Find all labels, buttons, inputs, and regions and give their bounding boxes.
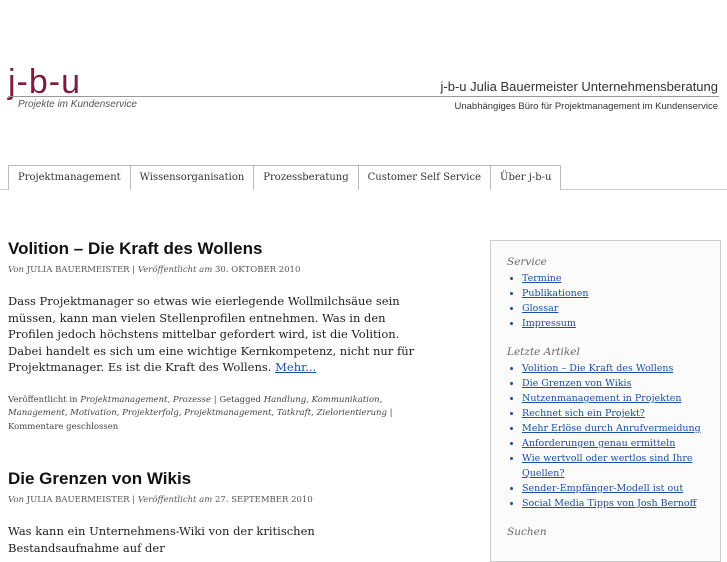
post-footer: Veröffentlicht in Projektmanagement, Pro…: [8, 394, 393, 432]
post-by-label: Von: [8, 265, 24, 275]
recent-post-label[interactable]: Wie wertvoll oder wertlos sind Ihre Quel…: [522, 453, 693, 479]
company-subtitle: Unabhängiges Büro für Projektmanagement …: [454, 101, 718, 112]
recent-post-link[interactable]: Sender-Empfänger-Modell ist out: [522, 481, 720, 496]
recent-post-link[interactable]: Social Media Tipps von Josh Bernoff: [522, 496, 720, 511]
post-title[interactable]: Die Grenzen von Wikis: [8, 468, 428, 490]
post-date[interactable]: 30. OKTOBER 2010: [215, 265, 300, 275]
post-excerpt-text: Dass Projektmanager so etwas wie eierleg…: [8, 294, 415, 374]
main-navigation: Projektmanagement Wissensorganisation Pr…: [8, 165, 562, 190]
post-excerpt-text: Was kann ein Unternehmens-Wiki von der k…: [8, 524, 315, 555]
post-meta: Von JULIA BAUERMEISTER | Veröffentlicht …: [8, 265, 301, 275]
nav-item-customer-self-service[interactable]: Customer Self Service: [357, 165, 492, 190]
recent-post-link[interactable]: Anforderungen genau ermitteln: [522, 436, 720, 451]
nav-item-prozessberatung[interactable]: Prozessberatung: [253, 165, 359, 190]
recent-posts-title: Letzte Artikel: [507, 346, 580, 358]
sidebar: Service Termine Publikationen Glossar Im…: [490, 240, 721, 562]
post-tag-label: Getagged: [219, 394, 261, 405]
post-published-label: Veröffentlicht am: [137, 265, 213, 275]
service-widget-title: Service: [507, 256, 547, 268]
post-by-label: Von: [8, 495, 24, 505]
post-published-label: Veröffentlicht am: [137, 495, 213, 505]
sidebar-link-impressum[interactable]: Impressum: [522, 316, 720, 331]
sidebar-link-termine[interactable]: Termine: [522, 271, 720, 286]
search-widget: Suchen: [491, 526, 720, 538]
sidebar-link-label[interactable]: Publikationen: [522, 288, 589, 299]
recent-post-link[interactable]: Wie wertvoll oder wertlos sind Ihre Quel…: [522, 451, 720, 481]
post-author[interactable]: JULIA BAUERMEISTER: [27, 265, 130, 275]
sidebar-link-label[interactable]: Impressum: [522, 318, 576, 329]
post-title[interactable]: Volition – Die Kraft des Wollens: [8, 238, 428, 260]
search-widget-title: Suchen: [507, 526, 547, 538]
recent-post-label[interactable]: Anforderungen genau ermitteln: [522, 438, 675, 449]
post-volition: Volition – Die Kraft des Wollens Von JUL…: [8, 238, 428, 434]
recent-post-label[interactable]: Nutzenmanagement in Projekten: [522, 393, 681, 404]
sidebar-link-publikationen[interactable]: Publikationen: [522, 286, 720, 301]
post-excerpt: Dass Projektmanager so etwas wie eierleg…: [8, 293, 428, 376]
recent-post-label[interactable]: Volition – Die Kraft des Wollens: [522, 363, 673, 374]
post-meta: Von JULIA BAUERMEISTER | Veröffentlicht …: [8, 495, 313, 505]
sidebar-link-glossar[interactable]: Glossar: [522, 301, 720, 316]
post-wikis: Die Grenzen von Wikis Von JULIA BAUERMEI…: [8, 468, 428, 556]
recent-post-label[interactable]: Mehr Erlöse durch Anrufvermeidung: [522, 423, 701, 434]
post-author[interactable]: JULIA BAUERMEISTER: [27, 495, 130, 505]
recent-posts-widget: Letzte Artikel Volition – Die Kraft des …: [491, 346, 720, 511]
recent-post-label[interactable]: Social Media Tipps von Josh Bernoff: [522, 498, 696, 509]
sidebar-link-label[interactable]: Termine: [522, 273, 562, 284]
recent-post-link[interactable]: Mehr Erlöse durch Anrufvermeidung: [522, 421, 720, 436]
nav-item-about[interactable]: Über j-b-u: [490, 165, 562, 190]
post-date[interactable]: 27. SEPTEMBER 2010: [215, 495, 313, 505]
sidebar-link-label[interactable]: Glossar: [522, 303, 558, 314]
recent-post-label[interactable]: Sender-Empfänger-Modell ist out: [522, 483, 683, 494]
recent-post-link[interactable]: Rechnet sich ein Projekt?: [522, 406, 720, 421]
post-excerpt: Was kann ein Unternehmens-Wiki von der k…: [8, 523, 428, 556]
recent-post-label[interactable]: Die Grenzen von Wikis: [522, 378, 631, 389]
nav-item-projektmanagement[interactable]: Projektmanagement: [8, 165, 131, 190]
nav-item-wissensorganisation[interactable]: Wissensorganisation: [129, 165, 255, 190]
post-categories[interactable]: Projektmanagement, Prozesse: [80, 395, 211, 405]
service-widget: Service Termine Publikationen Glossar Im…: [491, 256, 720, 331]
recent-post-label[interactable]: Rechnet sich ein Projekt?: [522, 408, 645, 419]
read-more-link[interactable]: Mehr...: [275, 360, 316, 374]
header-divider: [8, 96, 719, 97]
site-tagline: Projekte im Kundenservice: [18, 99, 137, 110]
post-comments-status: Kommentare geschlossen: [8, 421, 119, 432]
recent-post-link[interactable]: Nutzenmanagement in Projekten: [522, 391, 720, 406]
recent-post-link[interactable]: Die Grenzen von Wikis: [522, 376, 720, 391]
company-name: j-b-u Julia Bauermeister Unternehmensber…: [440, 79, 718, 94]
recent-post-link[interactable]: Volition – Die Kraft des Wollens: [522, 361, 720, 376]
post-category-label: Veröffentlicht in: [8, 394, 78, 405]
